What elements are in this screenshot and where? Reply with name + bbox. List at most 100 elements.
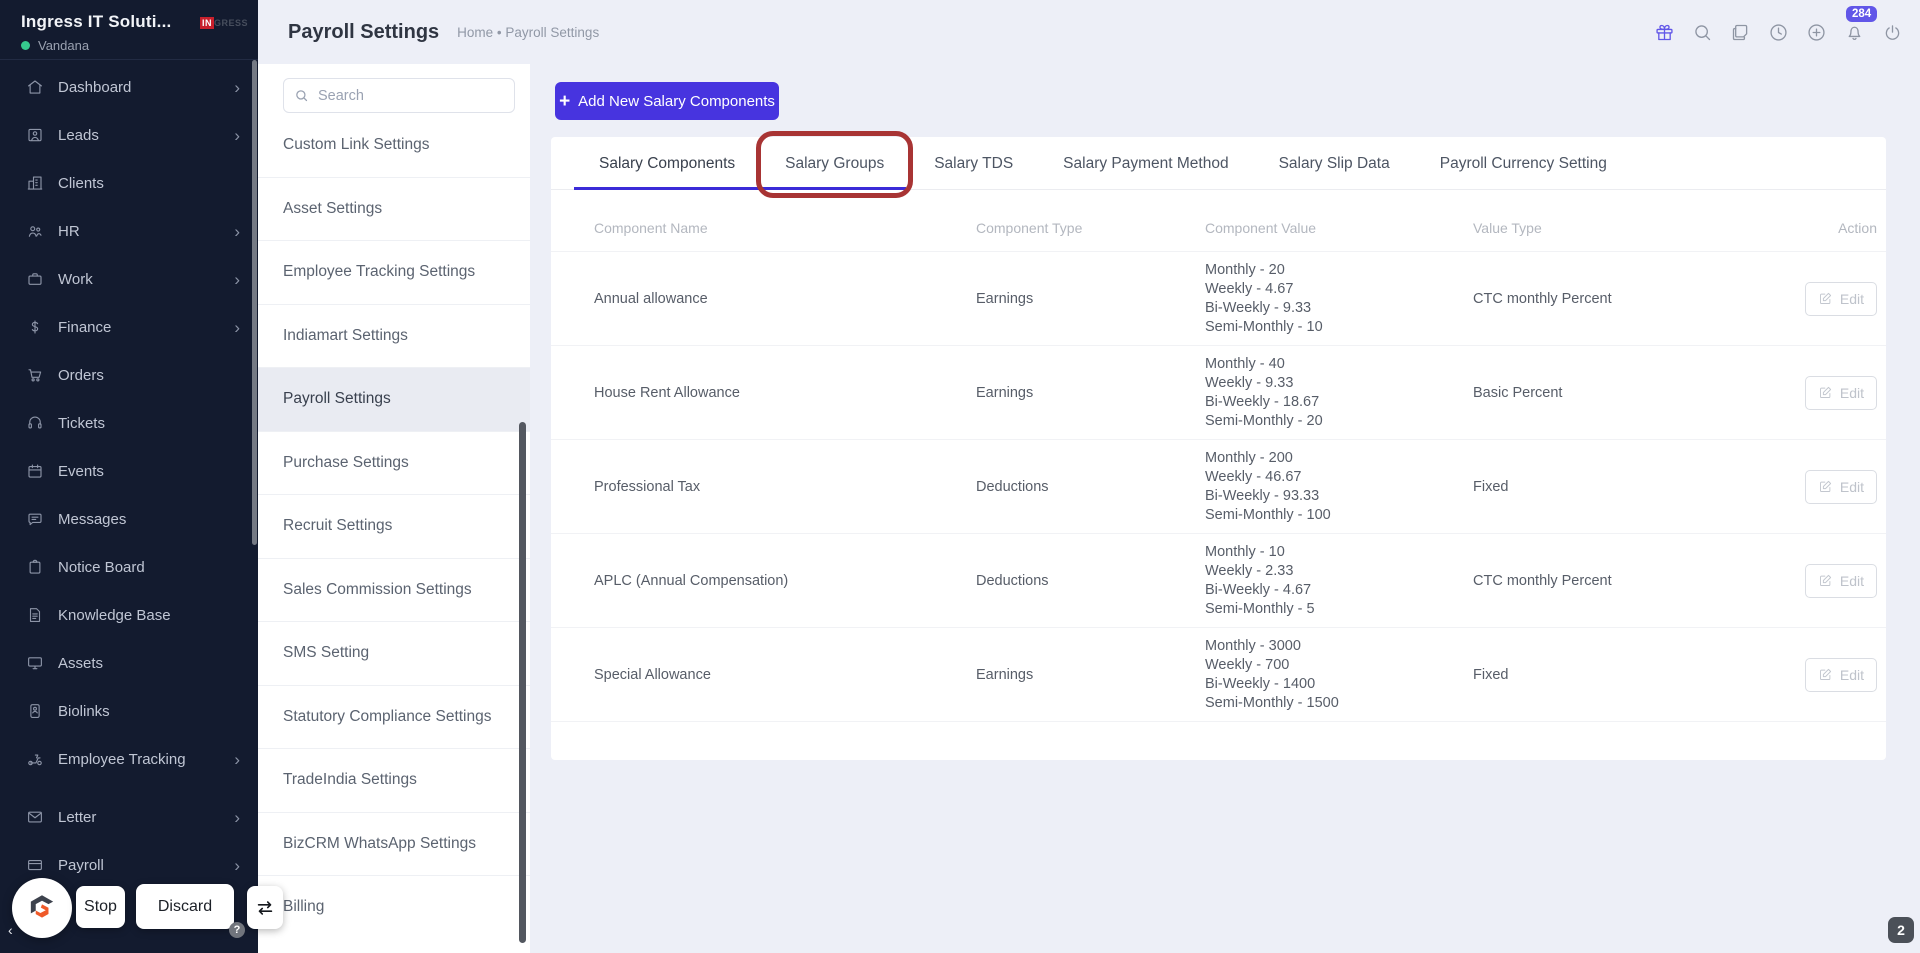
- value-type-cell: Fixed: [1473, 667, 1743, 683]
- sidebar-item-work[interactable]: Work›: [0, 255, 258, 303]
- value-type-cell: CTC monthly Percent: [1473, 291, 1743, 307]
- edit-button[interactable]: Edit: [1805, 376, 1877, 410]
- knowledge-base-icon: [26, 606, 44, 624]
- sidebar-item-knowledge-base[interactable]: Knowledge Base: [0, 591, 258, 639]
- column-header-action: Action: [1743, 220, 1877, 236]
- settings-item-purchase-settings[interactable]: Purchase Settings: [258, 431, 530, 495]
- settings-item-sales-commission-settings[interactable]: Sales Commission Settings: [258, 558, 530, 622]
- sidebar-item-finance[interactable]: Finance›: [0, 303, 258, 351]
- sidebar-item-biolinks[interactable]: Biolinks: [0, 687, 258, 735]
- sidebar-item-label: Letter: [58, 809, 234, 826]
- component-type-cell: Deductions: [976, 479, 1205, 495]
- tab-salary-groups[interactable]: Salary Groups: [760, 137, 909, 189]
- column-header-component-name: Component Name: [594, 220, 976, 236]
- component-value-cell: Monthly - 40Weekly - 9.33Bi-Weekly - 18.…: [1205, 355, 1473, 431]
- search-input[interactable]: [318, 88, 488, 104]
- sidebar-item-leads[interactable]: Leads›: [0, 111, 258, 159]
- tab-salary-tds[interactable]: Salary TDS: [909, 137, 1038, 189]
- sidebar-item-label: Biolinks: [58, 703, 240, 720]
- page-number-badge: 2: [1888, 917, 1914, 943]
- edit-icon: [1818, 667, 1833, 682]
- component-type-cell: Earnings: [976, 667, 1205, 683]
- tab-salary-components[interactable]: Salary Components: [574, 137, 760, 189]
- settings-item-indiamart-settings[interactable]: Indiamart Settings: [258, 304, 530, 368]
- sidebar-item-dashboard[interactable]: Dashboard›: [0, 63, 258, 111]
- edit-button[interactable]: Edit: [1805, 564, 1877, 598]
- sidebar-item-tickets[interactable]: Tickets: [0, 399, 258, 447]
- component-type-cell: Deductions: [976, 573, 1205, 589]
- notes-icon[interactable]: [1730, 22, 1751, 43]
- sidebar-nav: Dashboard›Leads›ClientsHR›Work›Finance›O…: [0, 60, 258, 889]
- finance-icon: [26, 318, 44, 336]
- settings-item-payroll-settings[interactable]: Payroll Settings: [258, 367, 530, 431]
- sidebar-item-label: HR: [58, 223, 234, 240]
- action-cell: Edit: [1743, 470, 1877, 504]
- tickets-icon: [26, 414, 44, 432]
- column-header-component-value: Component Value: [1205, 220, 1473, 236]
- sidebar-item-notice-board[interactable]: Notice Board: [0, 543, 258, 591]
- bell-icon[interactable]: 284: [1844, 22, 1865, 43]
- table-row: Annual allowanceEarningsMonthly - 20Week…: [551, 252, 1886, 346]
- search-icon[interactable]: [1692, 22, 1713, 43]
- online-status-dot: [21, 41, 30, 50]
- component-value-cell: Monthly - 20Weekly - 4.67Bi-Weekly - 9.3…: [1205, 261, 1473, 337]
- table-row: Special AllowanceEarningsMonthly - 3000W…: [551, 628, 1886, 722]
- ingress-logo: INGRESS: [200, 18, 248, 28]
- assistant-launcher[interactable]: [12, 878, 72, 938]
- sidebar-item-label: Tickets: [58, 415, 240, 432]
- action-cell: Edit: [1743, 564, 1877, 598]
- resize-handle-icon[interactable]: ‹: [8, 922, 13, 938]
- sidebar-item-events[interactable]: Events: [0, 447, 258, 495]
- settings-item-bizcrm-whatsapp-settings[interactable]: BizCRM WhatsApp Settings: [258, 812, 530, 876]
- edit-button[interactable]: Edit: [1805, 282, 1877, 316]
- settings-item-employee-tracking-settings[interactable]: Employee Tracking Settings: [258, 240, 530, 304]
- settings-item-statutory-compliance-settings[interactable]: Statutory Compliance Settings: [258, 685, 530, 749]
- breadcrumb: Home • Payroll Settings: [457, 25, 599, 40]
- salary-components-table: Component NameComponent TypeComponent Va…: [551, 190, 1886, 722]
- sidebar-item-messages[interactable]: Messages: [0, 495, 258, 543]
- edit-button[interactable]: Edit: [1805, 658, 1877, 692]
- discard-button[interactable]: Discard: [136, 884, 234, 929]
- payroll-icon: [26, 856, 44, 874]
- action-cell: Edit: [1743, 282, 1877, 316]
- stop-button[interactable]: Stop: [76, 886, 125, 928]
- sidebar-item-label: Messages: [58, 511, 240, 528]
- help-badge[interactable]: ?: [229, 922, 245, 938]
- history-icon[interactable]: [1768, 22, 1789, 43]
- swap-button[interactable]: [247, 886, 283, 929]
- sidebar-item-orders[interactable]: Orders: [0, 351, 258, 399]
- settings-search[interactable]: [283, 78, 515, 113]
- edit-icon: [1818, 573, 1833, 588]
- settings-scrollbar[interactable]: [519, 422, 526, 943]
- sidebar-item-hr[interactable]: HR›: [0, 207, 258, 255]
- plus-circle-icon[interactable]: [1806, 22, 1827, 43]
- sidebar-scrollbar[interactable]: [252, 60, 257, 545]
- action-cell: Edit: [1743, 376, 1877, 410]
- home-icon: [26, 78, 44, 96]
- power-icon[interactable]: [1882, 22, 1903, 43]
- tab-salary-payment-method[interactable]: Salary Payment Method: [1038, 137, 1253, 189]
- column-header-value-type: Value Type: [1473, 220, 1743, 236]
- sidebar-item-label: Assets: [58, 655, 240, 672]
- sidebar-item-clients[interactable]: Clients: [0, 159, 258, 207]
- gift-icon[interactable]: [1654, 22, 1675, 43]
- sidebar-item-assets[interactable]: Assets: [0, 639, 258, 687]
- orders-icon: [26, 366, 44, 384]
- settings-item-recruit-settings[interactable]: Recruit Settings: [258, 494, 530, 558]
- sidebar-item-employee-tracking[interactable]: Employee Tracking›: [0, 735, 258, 783]
- settings-item-sms-setting[interactable]: SMS Setting: [258, 621, 530, 685]
- sidebar-item-label: Orders: [58, 367, 240, 384]
- settings-item-tradeindia-settings[interactable]: TradeIndia Settings: [258, 748, 530, 812]
- sidebar-item-letter[interactable]: Letter›: [0, 793, 258, 841]
- settings-item-billing[interactable]: Billing: [258, 875, 530, 939]
- tab-salary-slip-data[interactable]: Salary Slip Data: [1254, 137, 1415, 189]
- chevron-right-icon: ›: [234, 751, 240, 768]
- tab-payroll-currency-setting[interactable]: Payroll Currency Setting: [1415, 137, 1632, 189]
- settings-item-asset-settings[interactable]: Asset Settings: [258, 177, 530, 241]
- messages-icon: [26, 510, 44, 528]
- settings-item-custom-link-settings[interactable]: Custom Link Settings: [258, 113, 530, 177]
- edit-button[interactable]: Edit: [1805, 470, 1877, 504]
- add-new-salary-components-button[interactable]: + Add New Salary Components: [555, 82, 779, 120]
- table-row: House Rent AllowanceEarningsMonthly - 40…: [551, 346, 1886, 440]
- leads-icon: [26, 126, 44, 144]
